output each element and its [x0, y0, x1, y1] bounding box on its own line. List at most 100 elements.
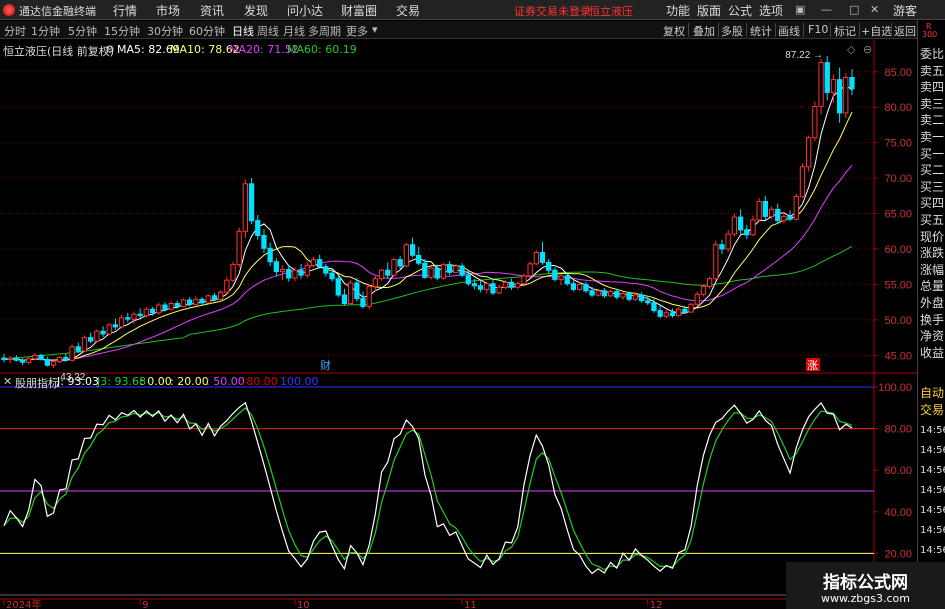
period-weekly[interactable]: 周线 — [257, 23, 279, 39]
chart-pin-icon[interactable]: ◇ — [847, 43, 855, 56]
event-marker-cai: 财 — [320, 358, 331, 372]
menu-discover[interactable]: 发现 — [244, 2, 268, 19]
menu-function[interactable]: 功能 — [666, 2, 690, 19]
skin-icon[interactable]: ▣ — [795, 3, 805, 16]
period-more[interactable]: 更多 — [346, 23, 368, 39]
tool-overlay[interactable]: 叠加 — [693, 23, 715, 39]
candle-up — [348, 282, 354, 305]
sub-legend-20: : 20.00 — [170, 375, 209, 388]
panel-label: 卖三 — [920, 96, 945, 111]
period-1min[interactable]: 1分钟 — [31, 23, 60, 39]
candle-down — [63, 356, 69, 361]
period-monthly[interactable]: 月线 — [283, 23, 305, 39]
candle-up — [707, 278, 713, 287]
candle-down — [447, 264, 453, 273]
tool-back[interactable]: 返回 — [894, 23, 916, 39]
candle-up — [304, 264, 310, 276]
legend-settings-icon[interactable]: ⚙ — [105, 43, 115, 56]
menu-market-list[interactable]: 市场 — [156, 2, 180, 19]
candle-down — [508, 281, 515, 288]
candle-down — [162, 304, 168, 310]
candle-up — [205, 295, 211, 304]
tool-f10[interactable]: F10 — [808, 23, 828, 36]
minimize-icon[interactable]: — — [821, 3, 832, 16]
candle-up — [156, 304, 162, 314]
candle-down — [335, 278, 341, 296]
menu-market[interactable]: 行情 — [113, 2, 137, 19]
separator — [859, 23, 860, 37]
candle-down — [1, 357, 7, 361]
tool-mark[interactable]: 标记 — [834, 23, 856, 39]
panel-label: 卖五 — [920, 63, 945, 78]
sub-y-tick-label: 80.00 — [884, 424, 912, 436]
menu-ask[interactable]: 问小达 — [287, 2, 323, 19]
candle-up — [391, 259, 397, 276]
panel-label: 净资 — [920, 329, 945, 344]
candle-up — [676, 308, 682, 317]
login-warning[interactable]: 证券交易未登录 — [514, 3, 591, 19]
sub-legend-80: : 80.00 — [239, 375, 278, 388]
candle-up — [713, 244, 719, 280]
menu-layout[interactable]: 版面 — [697, 2, 721, 19]
candle-up — [756, 201, 762, 221]
more-dropdown-icon[interactable]: ▾ — [372, 23, 378, 36]
period-daily[interactable]: 日线 — [232, 23, 254, 39]
candle-down — [100, 330, 106, 335]
candle-up — [230, 264, 236, 281]
tool-add-watchlist[interactable]: +自选 — [861, 23, 892, 39]
candle-down — [762, 201, 769, 217]
candle-down — [317, 259, 323, 268]
panel-label: 委比 — [920, 47, 945, 61]
menu-wealth[interactable]: 财富圈 — [341, 2, 377, 19]
candle-down — [837, 79, 843, 114]
tool-adjust[interactable]: 复权 — [663, 23, 685, 39]
candle-down — [465, 274, 471, 285]
candle-up — [81, 337, 88, 352]
period-5min[interactable]: 5分钟 — [68, 23, 97, 39]
watermark-title: 指标公式网 — [823, 573, 908, 593]
tool-multi-stock[interactable]: 多股 — [721, 23, 743, 39]
tool-stats[interactable]: 统计 — [750, 23, 772, 39]
candle-up — [750, 219, 756, 236]
period-intraday[interactable]: 分时 — [4, 23, 26, 39]
menu-options[interactable]: 选项 — [759, 2, 783, 19]
menu-formula[interactable]: 公式 — [728, 2, 752, 19]
candle-up — [793, 196, 799, 220]
sub-legend-close-icon[interactable]: ✕ — [3, 375, 12, 388]
sub-legend-j: J: 93.03 — [57, 375, 99, 388]
candle-down — [286, 269, 292, 279]
candle-down — [125, 317, 131, 320]
separator — [718, 23, 719, 37]
candle-down — [75, 346, 81, 352]
candle-up — [69, 346, 75, 361]
chart-zoom-icon[interactable]: ⊖ — [863, 43, 872, 56]
candle-down — [13, 357, 19, 361]
close-icon[interactable]: ✕ — [870, 3, 879, 16]
candle-down — [583, 283, 589, 292]
candle-down — [248, 183, 255, 222]
separator — [775, 23, 776, 37]
candle-down — [477, 285, 484, 290]
candle-down — [657, 310, 663, 317]
candle-down — [174, 303, 180, 307]
candle-down — [267, 247, 273, 263]
maximize-icon[interactable]: □ — [849, 3, 859, 16]
tool-draw[interactable]: 画线 — [778, 23, 800, 39]
kline-chart-area[interactable]: 45.00 50.00 55.00 60.00 65.00 70.00 75.00 80.00… — [0, 39, 917, 609]
menu-news[interactable]: 资讯 — [200, 2, 224, 19]
panel-label: 涨跌 — [920, 246, 945, 261]
candle-up — [372, 278, 379, 287]
candle-up — [366, 286, 372, 307]
candle-up — [558, 275, 564, 280]
candle-up — [663, 312, 669, 317]
user-guest[interactable]: 游客 — [893, 2, 917, 19]
candle-down — [645, 300, 651, 304]
candle-down — [341, 294, 348, 304]
period-15min[interactable]: 15分钟 — [104, 23, 140, 39]
candle-up — [94, 330, 100, 342]
period-60min[interactable]: 60分钟 — [189, 23, 225, 39]
menu-trade[interactable]: 交易 — [396, 2, 420, 19]
candle-up — [607, 291, 614, 297]
period-multi[interactable]: 多周期 — [308, 23, 341, 39]
period-30min[interactable]: 30分钟 — [147, 23, 183, 39]
